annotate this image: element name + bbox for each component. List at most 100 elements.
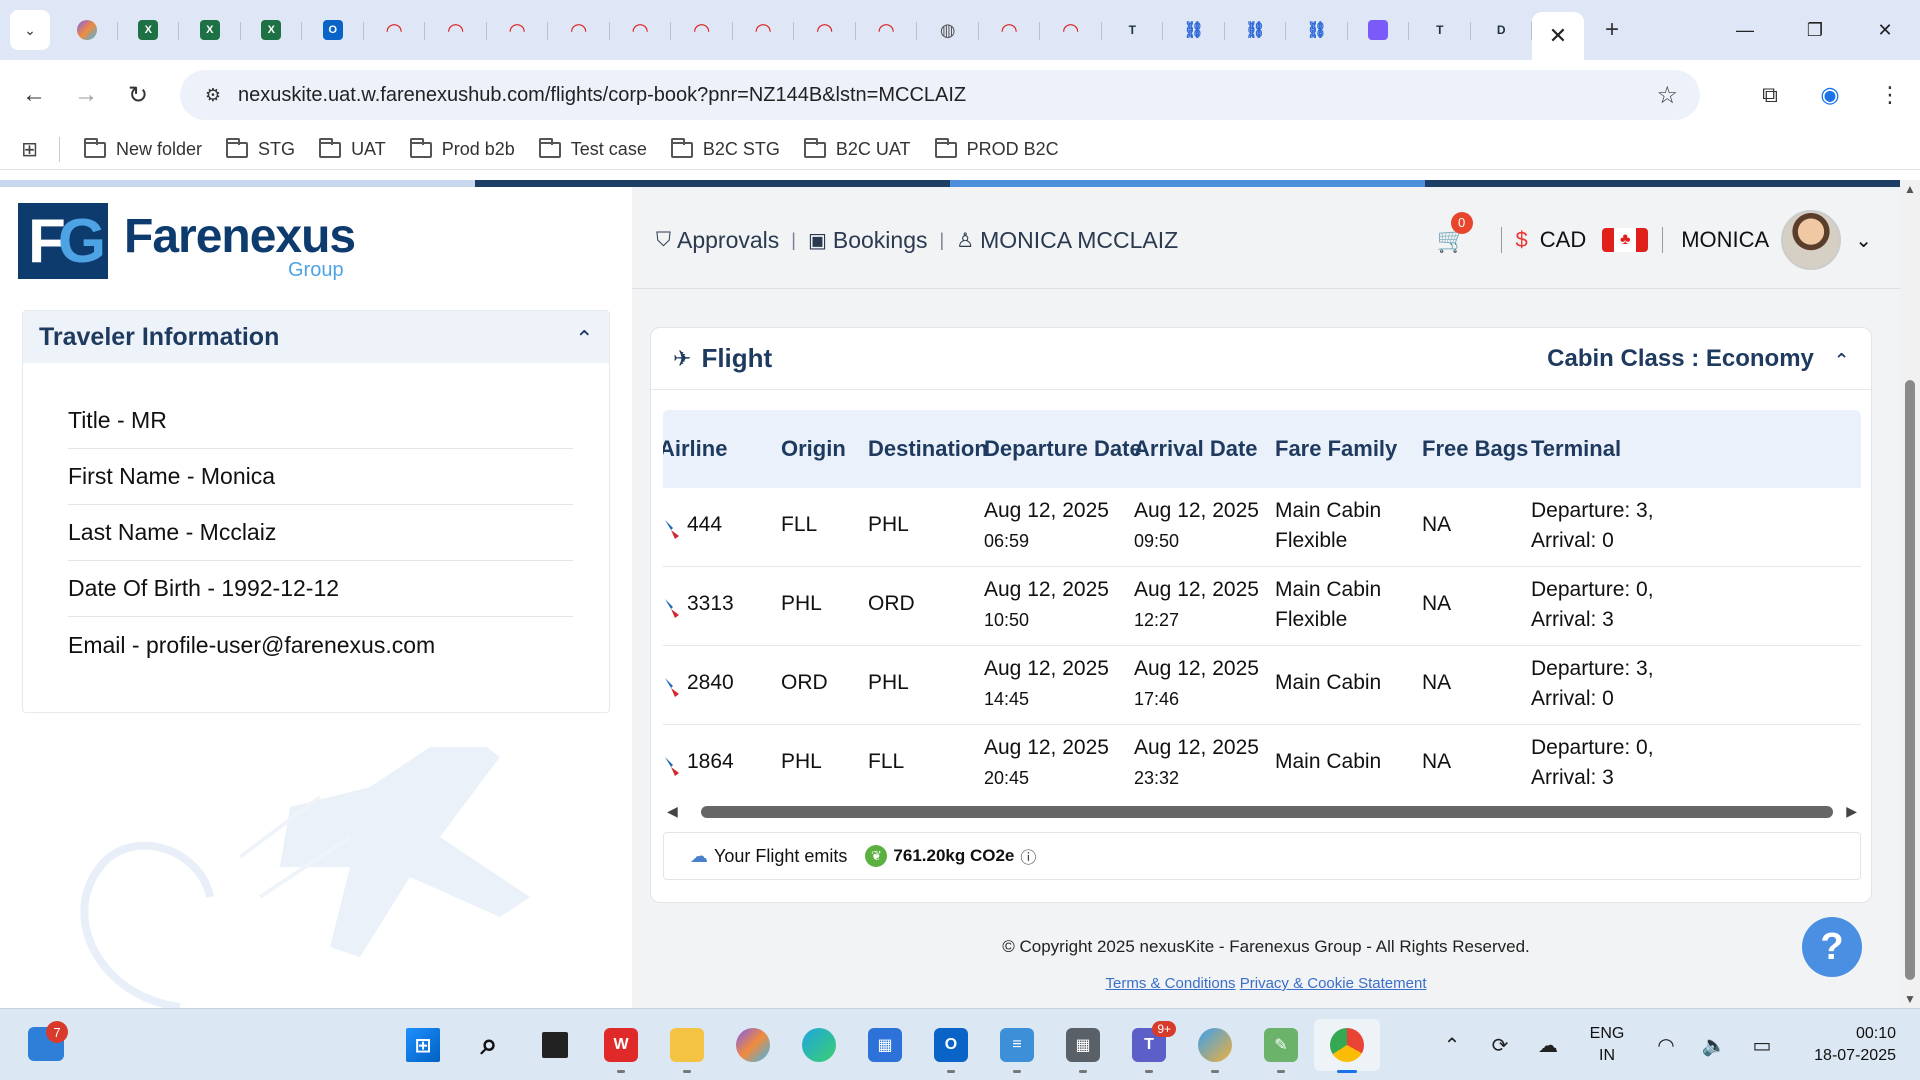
column-header[interactable]: Fare Family [1275,436,1397,462]
traveler-name-link[interactable]: MONICA MCCLAIZ [980,227,1178,254]
close-window-button[interactable]: ✕ [1850,0,1920,60]
bookmark-folder[interactable]: New folder [84,137,202,160]
url-text[interactable]: nexuskite.uat.w.farenexushub.com/flights… [238,84,966,107]
task-view-button[interactable] [522,1019,588,1071]
clock[interactable]: 00:10 18-07-2025 [1786,1023,1896,1067]
browser-tab[interactable]: ◠ [425,10,487,50]
browser-tab[interactable]: O [302,10,364,50]
browser-tab[interactable]: ◠ [487,10,549,50]
approvals-link[interactable]: Approvals [677,227,779,254]
file-explorer-app[interactable] [654,1019,720,1073]
traveler-info-header[interactable]: Traveler Information ⌄ [23,311,609,363]
horizontal-scrollbar[interactable]: ◀ ▶ [663,800,1861,822]
info-icon[interactable]: ⓘ [1020,844,1036,868]
chrome-app[interactable] [1314,1019,1380,1073]
calculator-app[interactable]: ▦ [1050,1019,1116,1073]
page-scrollbar[interactable]: ▲ ▼ [1900,180,1920,1008]
column-header[interactable]: Airline [663,436,727,462]
forward-button[interactable]: → [60,69,112,121]
scroll-left-icon[interactable]: ◀ [667,803,678,820]
chevron-up-icon[interactable]: ⌄ [1834,348,1849,369]
photos-app[interactable]: ✎ [1248,1019,1314,1073]
browser-tab[interactable]: ◠ [979,10,1041,50]
bookmark-folder[interactable]: STG [226,137,295,160]
column-header[interactable]: Origin [781,436,846,462]
browser-tab[interactable]: D [1471,10,1533,50]
bookmark-folder[interactable]: Prod b2b [409,137,515,160]
browser-tab[interactable]: ◠ [671,10,733,50]
store-app[interactable]: ▦ [852,1019,918,1071]
avatar[interactable] [1781,210,1842,270]
bookmark-folder[interactable]: B2C STG [670,137,780,160]
bookmark-folder[interactable]: B2C UAT [803,137,911,160]
browser-tab[interactable]: ◠ [548,10,610,50]
onedrive-icon[interactable]: ☁ [1524,1033,1572,1058]
user-name[interactable]: MONICA [1681,227,1769,253]
browser-tab[interactable]: X [241,10,303,50]
minimize-button[interactable]: — [1710,0,1780,60]
profile-icon[interactable]: ◉ [1800,82,1860,108]
tab-search-button[interactable]: ⌄ [10,10,50,50]
terms-link[interactable]: Terms & Conditions [1106,975,1236,992]
chevron-down-icon[interactable]: ⌄ [1855,228,1872,253]
restore-button[interactable]: ❐ [1780,0,1850,60]
address-bar[interactable]: ⚙ nexuskite.uat.w.farenexushub.com/fligh… [180,70,1700,120]
browser-tab[interactable]: X [179,10,241,50]
bookmark-folder[interactable]: Test case [538,137,647,160]
reload-button[interactable]: ↻ [112,69,164,121]
notepad-app[interactable]: ≡ [984,1019,1050,1073]
browser-tab[interactable]: ⛓ [1163,10,1225,50]
bookings-link[interactable]: Bookings [833,227,928,254]
browser-tab[interactable]: ◠ [733,10,795,50]
page-scrollbar-thumb[interactable] [1905,380,1915,980]
browser-tab[interactable]: X [118,10,180,50]
help-button[interactable]: ? [1802,917,1862,977]
tab-active[interactable]: ✕ [1532,12,1584,60]
column-header[interactable]: Free Bags [1422,436,1528,462]
browser-tab[interactable]: ◠ [1040,10,1102,50]
table-row[interactable]: 444 FLL PHL Aug 12, 2025 06:59 Aug 12, 2025 09… [663,488,1861,567]
column-header[interactable]: Departure Date [984,436,1142,462]
paint-app[interactable] [1182,1019,1248,1073]
scroll-down-icon[interactable]: ▼ [1904,992,1916,1006]
menu-icon[interactable]: ⋮ [1860,82,1920,108]
outlook-app[interactable]: O [918,1019,984,1073]
start-button[interactable]: ⊞ [390,1019,456,1071]
table-row[interactable]: 3313 PHL ORD Aug 12, 2025 10:50 Aug 12, 2025 1… [663,567,1861,646]
browser-tab[interactable]: ⛓ [1286,10,1348,50]
table-row[interactable]: 1864 PHL FLL Aug 12, 2025 20:45 Aug 12, 2025 2… [663,725,1861,800]
column-header[interactable]: Destination [868,436,988,462]
cart-icon[interactable]: 🛒 0 [1437,211,1473,255]
teams-app[interactable]: T 9+ [1116,1019,1182,1073]
browser-tab[interactable]: T [1409,10,1471,50]
apps-grid-icon[interactable]: ⊞ [0,137,60,162]
browser-tab[interactable]: ◠ [610,10,672,50]
bookmark-folder[interactable]: PROD B2C [934,137,1059,160]
bookmark-star-icon[interactable]: ☆ [1656,81,1678,110]
column-header[interactable]: Terminal [1531,436,1621,462]
browser-tab[interactable]: ◠ [794,10,856,50]
brand-logo[interactable]: FG Farenexus Group [18,203,358,283]
language-indicator[interactable]: ENG IN [1572,1023,1642,1067]
wps-app[interactable]: W [588,1019,654,1073]
browser-tab[interactable] [56,10,118,50]
search-button[interactable]: ⌕ [456,1019,522,1071]
scroll-right-icon[interactable]: ▶ [1846,803,1857,820]
browser-tab[interactable]: ◍ [917,10,979,50]
new-tab-button[interactable]: + [1592,16,1632,44]
back-button[interactable]: ← [8,69,60,121]
browser-tab[interactable]: ◠ [364,10,426,50]
battery-icon[interactable]: ▭ [1738,1033,1786,1058]
browser-tab[interactable]: ⛓ [1225,10,1287,50]
wifi-icon[interactable]: ◠ [1642,1033,1690,1058]
chevron-up-icon[interactable]: ⌃ [1428,1033,1476,1058]
bookmark-folder[interactable]: UAT [319,137,386,160]
volume-icon[interactable]: 🔈 [1690,1033,1738,1058]
flight-card-header[interactable]: ✈ Flight Cabin Class : Economy ⌄ [651,328,1871,390]
table-row[interactable]: 2840 ORD PHL Aug 12, 2025 14:45 Aug 12, 2025 1… [663,646,1861,725]
scrollbar-thumb[interactable] [701,806,1833,818]
extensions-icon[interactable]: ⧉ [1740,82,1800,108]
sync-icon[interactable]: ⟳ [1476,1033,1524,1058]
column-header[interactable]: Arrival Date [1134,436,1258,462]
site-info-icon[interactable]: ⚙ [188,85,238,106]
